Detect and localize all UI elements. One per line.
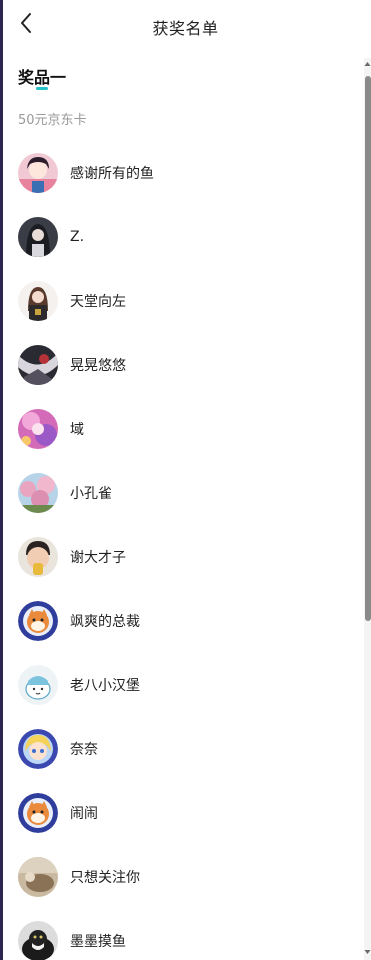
- winner-name: 小孔雀: [70, 486, 112, 502]
- winner-name: 晃晃悠悠: [70, 358, 126, 374]
- section-title-underline: [36, 87, 48, 90]
- winner-name: 只想关注你: [70, 870, 140, 886]
- avatar: [18, 601, 58, 641]
- avatar: [18, 345, 58, 385]
- list-item: 墨墨摸鱼: [0, 909, 364, 960]
- list-item: 小孔雀: [0, 461, 364, 525]
- scrollbar-thumb[interactable]: [365, 76, 371, 621]
- avatar: [18, 793, 58, 833]
- avatar: [18, 153, 58, 193]
- prize-name: 50元京东卡: [18, 113, 87, 128]
- list-item: 只想关注你: [0, 845, 364, 909]
- scrollbar[interactable]: [364, 58, 371, 960]
- winner-name: 谢大才子: [70, 550, 126, 566]
- winner-name: 老八小汉堡: [70, 678, 140, 694]
- list-item: 晃晃悠悠: [0, 333, 364, 397]
- avatar: [18, 729, 58, 769]
- page-title: 获奖名单: [152, 19, 219, 38]
- winner-name: 闹闹: [70, 806, 98, 822]
- section-title: 奖品一: [18, 68, 67, 87]
- list-item: 老八小汉堡: [0, 653, 364, 717]
- list-item: 感谢所有的鱼: [0, 141, 364, 205]
- list-item: 谢大才子: [0, 525, 364, 589]
- winner-name: 飒爽的总裁: [70, 614, 140, 630]
- list-item: Z.: [0, 205, 364, 269]
- list-item: 闹闹: [0, 781, 364, 845]
- avatar: [18, 409, 58, 449]
- top-bar: 获奖名单: [0, 0, 371, 52]
- winner-name: 天堂向左: [70, 294, 126, 310]
- list-item: 域: [0, 397, 364, 461]
- winner-name: 墨墨摸鱼: [70, 934, 126, 950]
- avatar: [18, 857, 58, 897]
- avatar: [18, 665, 58, 705]
- winner-name: Z.: [70, 229, 85, 245]
- winner-name: 感谢所有的鱼: [70, 166, 154, 182]
- avatar: [18, 217, 58, 257]
- avatar: [18, 921, 58, 960]
- winner-name: 域: [70, 422, 84, 438]
- scroll-down-arrow-icon[interactable]: [364, 948, 371, 956]
- winner-name: 奈奈: [70, 742, 98, 758]
- avatar: [18, 281, 58, 321]
- winner-list: 感谢所有的鱼 Z. 天堂向左 晃晃悠悠 域 小孔雀 谢大才子 飒爽的总裁 老八小…: [0, 141, 364, 960]
- list-item: 奈奈: [0, 717, 364, 781]
- app-screen: 获奖名单 奖品一 50元京东卡 感谢所有的鱼 Z. 天堂向左 晃晃悠悠 域 小孔…: [0, 0, 371, 960]
- list-item: 天堂向左: [0, 269, 364, 333]
- avatar: [18, 473, 58, 513]
- list-item: 飒爽的总裁: [0, 589, 364, 653]
- scroll-up-arrow-icon[interactable]: [364, 60, 371, 68]
- avatar: [18, 537, 58, 577]
